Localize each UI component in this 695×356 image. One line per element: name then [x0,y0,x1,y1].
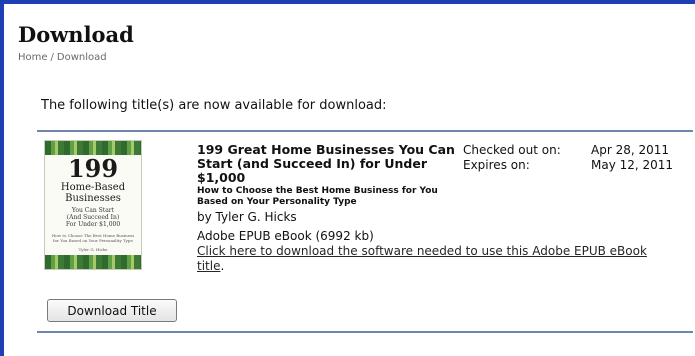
breadcrumb-separator: / [50,52,54,63]
cover-line: Businesses [65,193,121,204]
expires-date: May 12, 2011 [591,158,674,172]
page-title: Download [18,22,134,47]
cover-author: Tyler G. Hicks [78,247,108,252]
breadcrumb: Home / Download [18,51,107,65]
cover-line: How to Choose The Best Home Business for… [51,233,135,243]
window-frame: Download Home / Download The following tit… [0,0,695,356]
intro-text: The following title(s) are now available… [41,98,387,113]
book-details: 199 Great Home Businesses You Can Start … [197,142,647,274]
book-title: 199 Great Home Businesses You Can Start … [197,142,455,185]
book-subtitle: How to Choose the Best Home Business for… [197,186,438,207]
expires-label: Expires on: [463,158,530,172]
software-link-wrapper: Click here to download the software need… [197,244,659,274]
software-link-suffix: . [220,259,225,273]
book-cover-image: 199 Home-Based Businesses You Can Start … [45,141,141,269]
breadcrumb-current: Download [56,52,107,63]
cover-band-top [45,141,141,155]
software-download-link[interactable]: Click here to download the software need… [197,244,647,273]
checked-out-label: Checked out on: [463,143,561,157]
checked-out-date: Apr 28, 2011 [591,143,670,157]
divider-top [37,130,693,132]
divider-bottom [37,331,693,333]
cover-line: Home-Based [60,182,126,193]
cover-number: 199 [67,154,119,183]
book-author: by Tyler G. Hicks [197,210,297,224]
book-format: Adobe EPUB eBook (6992 kb) [197,229,374,243]
cover-line: (And Succeed In) [66,214,120,221]
cover-band-bottom [45,255,141,269]
checked-out-row: Checked out on: Apr 28, 2011 [463,143,691,158]
expires-row: Expires on: May 12, 2011 [463,158,691,173]
download-title-button[interactable]: Download Title [47,299,177,322]
cover-line: For Under $1,000 [65,221,121,228]
loan-info: Checked out on: Apr 28, 2011 Expires on:… [463,143,691,173]
cover-line: You Can Start [71,207,115,214]
breadcrumb-home[interactable]: Home [18,52,48,63]
